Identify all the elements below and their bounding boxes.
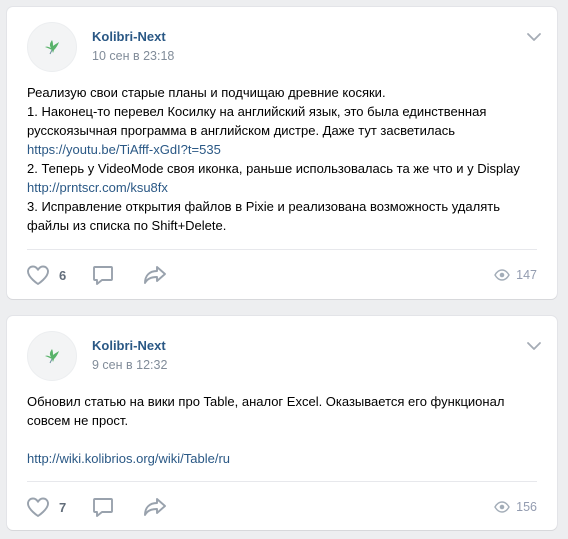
post-actions: 6 147 xyxy=(25,263,537,287)
divider xyxy=(27,249,537,250)
post-author[interactable]: Kolibri-Next xyxy=(92,338,166,353)
post-date[interactable]: 9 сен в 12:32 xyxy=(92,358,167,372)
like-count: 6 xyxy=(59,267,67,283)
eye-icon xyxy=(494,269,510,281)
hummingbird-logo-icon[interactable] xyxy=(27,331,77,381)
post-text-line: файлы из списка по Shift+Delete. xyxy=(27,218,227,233)
divider xyxy=(27,481,537,482)
comment-bubble-icon[interactable] xyxy=(91,495,115,519)
share-arrow-icon[interactable] xyxy=(142,263,168,287)
heart-icon xyxy=(27,497,49,517)
hummingbird-logo-icon[interactable] xyxy=(27,22,77,72)
post-text-line: 3. Исправление открытия файлов в Pixie и… xyxy=(27,199,500,214)
chevron-down-icon[interactable] xyxy=(525,340,543,352)
post-text-line: Реализую свои старые планы и подчищаю др… xyxy=(27,85,386,100)
views-counter: 147 xyxy=(494,263,537,287)
post-text-line: совсем не прост. xyxy=(27,413,129,428)
eye-icon xyxy=(494,501,510,513)
post-text: Обновил статью на вики про Table, аналог… xyxy=(27,392,537,468)
like-button[interactable]: 7 xyxy=(25,495,66,519)
post-text-line: русскоязычная программа в английском дис… xyxy=(27,123,455,138)
wall-post: Kolibri-Next 10 сен в 23:18 Реализую сво… xyxy=(7,7,557,299)
share-arrow-icon[interactable] xyxy=(142,495,168,519)
post-actions: 7 156 xyxy=(25,495,537,519)
post-text: Реализую свои старые планы и подчищаю др… xyxy=(27,83,537,235)
post-text-line: 1. Наконец-то перевел Косилку на английс… xyxy=(27,104,487,119)
views-count: 147 xyxy=(516,268,537,282)
post-date[interactable]: 10 сен в 23:18 xyxy=(92,49,174,63)
post-author[interactable]: Kolibri-Next xyxy=(92,29,166,44)
comment-bubble-icon[interactable] xyxy=(91,263,115,287)
heart-icon xyxy=(27,265,49,285)
prntscr-link[interactable]: http://prntscr.com/ksu8fx xyxy=(27,178,537,197)
like-button[interactable]: 6 xyxy=(25,263,66,287)
post-text-line: 2. Теперь у VideoMode своя иконка, раньш… xyxy=(27,161,520,176)
chevron-down-icon[interactable] xyxy=(525,31,543,43)
views-counter: 156 xyxy=(494,495,537,519)
wiki-link[interactable]: http://wiki.kolibrios.org/wiki/Table/ru xyxy=(27,449,537,468)
post-text-line: Обновил статью на вики про Table, аналог… xyxy=(27,394,505,409)
views-count: 156 xyxy=(516,500,537,514)
like-count: 7 xyxy=(59,499,67,515)
wall-post: Kolibri-Next 9 сен в 12:32 Обновил стать… xyxy=(7,316,557,530)
youtube-link[interactable]: https://youtu.be/TiAfff-xGdI?t=535 xyxy=(27,140,537,159)
